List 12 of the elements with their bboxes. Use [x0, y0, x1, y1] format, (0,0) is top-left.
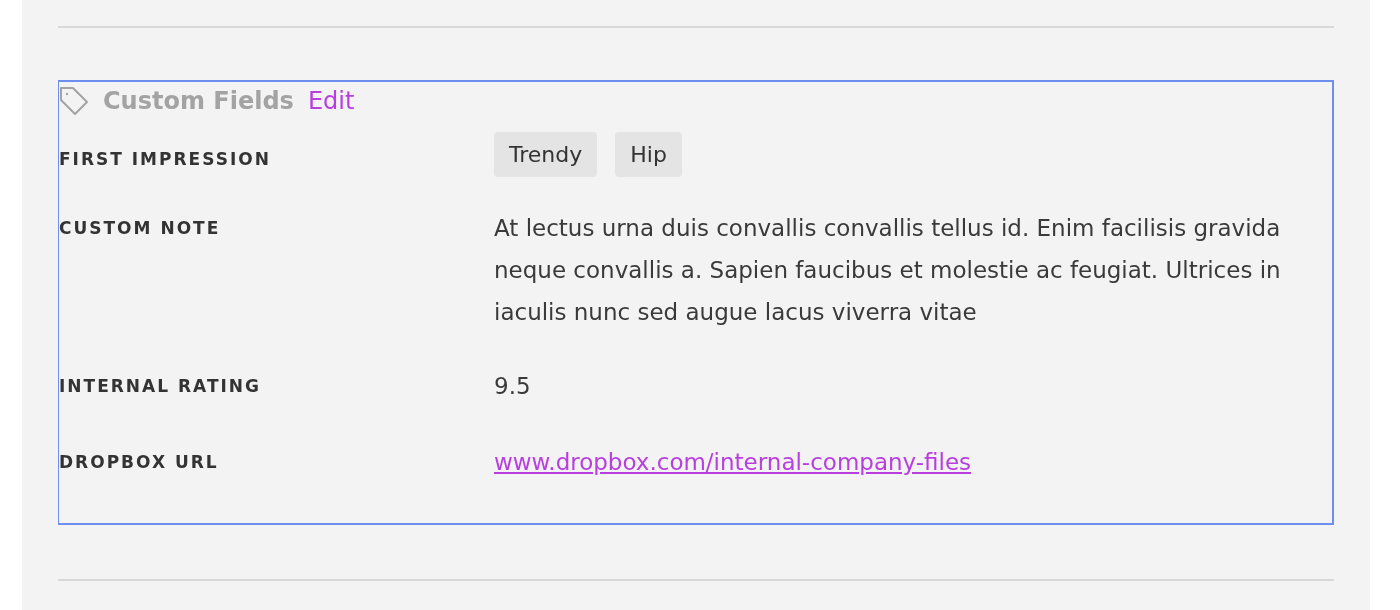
url-link[interactable]: www.dropbox.com/internal-company-files	[494, 441, 972, 483]
field-value: At lectus urna duis convallis convallis tellus id. Enim facilisis gravida neque convallis a. Sapien faucibus et molestie ac feugiat. Ultrices in iaculis nunc sed augue lacus viverra vitae	[494, 214, 1282, 327]
tag-icon	[59, 86, 89, 116]
section-title: Custom Fields	[103, 87, 294, 115]
field-label: FIRST IMPRESSION	[59, 148, 271, 171]
tag: Trendy	[494, 132, 598, 177]
field-label: DROPBOX URL	[59, 451, 219, 474]
edit-link[interactable]: Edit	[307, 87, 355, 115]
tag: Hip	[615, 132, 682, 177]
field-label: CUSTOM NOTE	[59, 217, 221, 240]
field-value: 9.5	[494, 372, 531, 401]
field-label: INTERNAL RATING	[59, 375, 262, 398]
